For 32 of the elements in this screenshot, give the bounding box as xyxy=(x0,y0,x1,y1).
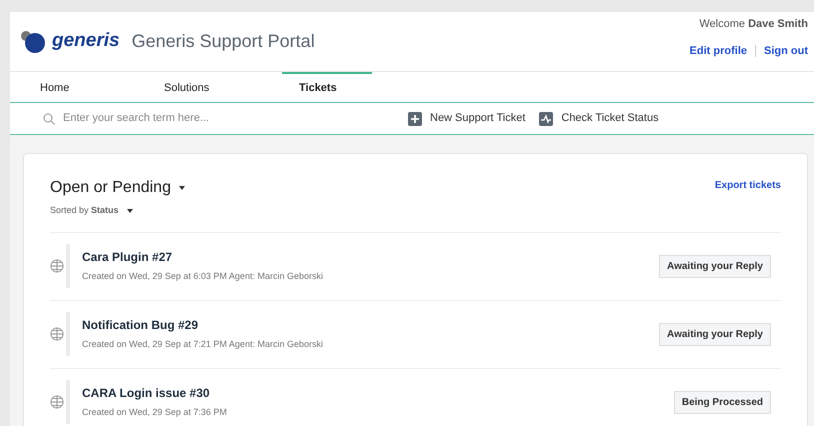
status-label: Awaiting your Reply xyxy=(659,322,771,346)
view-dropdown[interactable]: Open or Pending xyxy=(50,176,185,200)
status-label: Being Processed xyxy=(674,390,771,414)
search-icon xyxy=(43,112,55,124)
logo-text: generis xyxy=(52,29,120,54)
header-link[interactable]: Edit profile xyxy=(690,42,747,59)
header-link[interactable]: Sign out xyxy=(764,42,808,59)
logo-icon xyxy=(20,30,48,54)
globe-icon xyxy=(50,395,64,409)
ticket-title[interactable]: Notification Bug #29 xyxy=(82,316,323,334)
ticket-title[interactable]: CARA Login issue #30 xyxy=(82,384,227,402)
ticket-meta: Created on Wed, 29 Sep at 6:03 PM Agent: Marcin Geborski xyxy=(82,270,323,284)
sort-dropdown[interactable]: Sorted by Status xyxy=(50,204,185,218)
caret-icon xyxy=(178,186,185,190)
toolbar-button[interactable]: Check Ticket Status xyxy=(539,110,659,127)
nav-tab[interactable]: Solutions xyxy=(130,72,282,102)
status-label: Awaiting your Reply xyxy=(659,254,771,278)
pulse-icon xyxy=(539,112,554,126)
caret-icon xyxy=(126,208,133,213)
welcome-text: Welcome Dave Smith xyxy=(699,17,808,32)
nav-tab[interactable]: Home xyxy=(40,72,130,102)
portal-title: Generis Support Portal xyxy=(132,30,315,53)
nav-tab[interactable]: Tickets xyxy=(282,72,372,102)
export-link[interactable]: Export tickets xyxy=(714,176,781,218)
search-field[interactable]: Enter your search term here... xyxy=(63,110,363,127)
ticket-meta: Created on Wed, 29 Sep at 7:21 PM Agent: Marcin Geborski xyxy=(82,338,323,352)
ticket-meta: Created on Wed, 29 Sep at 7:36 PM xyxy=(82,406,227,420)
plus-icon xyxy=(408,112,422,126)
toolbar-button[interactable]: New Support Ticket xyxy=(408,110,526,127)
globe-icon xyxy=(50,259,64,273)
globe-icon xyxy=(50,327,64,341)
ticket-title[interactable]: Cara Plugin #27 xyxy=(82,248,323,266)
